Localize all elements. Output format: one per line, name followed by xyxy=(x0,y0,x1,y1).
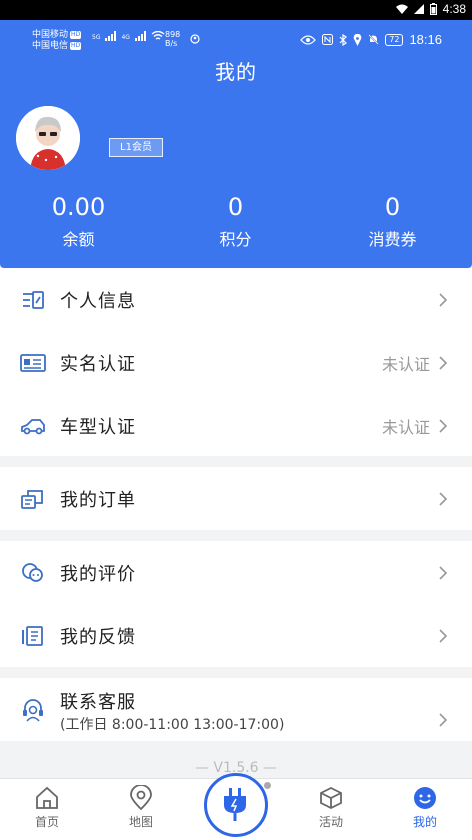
menu-car-model[interactable]: 车型认证 未认证 xyxy=(0,394,472,457)
app-status-bar: 中国移动 HD 中国电信 HD 5G 4G 898 B/s 72 18:16 xyxy=(0,28,472,58)
verification-status: 未认证 xyxy=(381,354,430,374)
battery-level: 72 xyxy=(385,33,404,46)
home-icon xyxy=(36,786,58,809)
status-icons: 72 18:16 xyxy=(300,32,442,47)
chevron-right-icon xyxy=(439,355,448,370)
menu-reviews[interactable]: 我的评价 xyxy=(0,541,472,604)
avatar-image xyxy=(16,106,80,170)
verification-status: 未认证 xyxy=(381,417,430,437)
wifi-icon xyxy=(151,31,165,40)
chevron-right-icon xyxy=(439,565,448,580)
signal-icon xyxy=(134,31,146,41)
headset-icon xyxy=(23,698,43,722)
menu-feedback[interactable]: 我的反馈 xyxy=(0,604,472,667)
chevron-right-icon xyxy=(439,491,448,506)
chevron-right-icon xyxy=(439,628,448,643)
location-icon xyxy=(353,33,362,46)
tab-activity[interactable]: 活动 xyxy=(284,779,378,840)
orders-icon xyxy=(21,489,43,509)
carrier-info: 中国移动 HD 中国电信 HD xyxy=(32,30,82,51)
tab-charge[interactable] xyxy=(204,773,271,837)
system-status-bar: 4:38 xyxy=(0,0,472,20)
map-pin-icon xyxy=(130,785,152,811)
signal-bars: 5G 4G xyxy=(92,31,165,41)
service-section: 联系客服 (工作日 8:00-11:00 13:00-17:00) xyxy=(0,678,472,741)
chevron-right-icon xyxy=(439,292,448,307)
app-clock: 18:16 xyxy=(409,32,442,47)
account-stats: 0.00 余额 0 积分 0 消费券 xyxy=(0,190,472,250)
system-time: 4:38 xyxy=(442,2,466,16)
feedback-section: 我的评价 我的反馈 xyxy=(0,541,472,667)
tab-mine[interactable]: 我的 xyxy=(378,779,472,840)
review-chat-icon xyxy=(22,562,43,582)
menu-customer-service[interactable]: 联系客服 (工作日 8:00-11:00 13:00-17:00) xyxy=(0,678,472,741)
feedback-form-icon xyxy=(22,625,43,646)
id-card-icon xyxy=(20,353,46,372)
stat-coupons[interactable]: 0 消费券 xyxy=(314,190,471,250)
profile-header: 中国移动 HD 中国电信 HD 5G 4G 898 B/s 72 18:16 我的 xyxy=(0,20,472,268)
network-speed: 898 B/s xyxy=(165,30,181,48)
face-icon xyxy=(190,34,200,44)
menu-real-name[interactable]: 实名认证 未认证 xyxy=(0,331,472,394)
service-hours: (工作日 8:00-11:00 13:00-17:00) xyxy=(60,717,285,733)
menu-personal-info[interactable]: 个人信息 xyxy=(0,268,472,331)
tab-map[interactable]: 地图 xyxy=(94,779,188,840)
wifi-icon xyxy=(395,4,408,14)
smiley-icon xyxy=(414,787,436,809)
id-card-edit-icon xyxy=(23,290,44,309)
nfc-icon xyxy=(322,34,334,45)
member-level-badge: L1会员 xyxy=(109,138,163,157)
battery-icon xyxy=(429,3,437,15)
chevron-right-icon xyxy=(439,418,448,433)
stat-points[interactable]: 0 积分 xyxy=(157,190,314,250)
menu-orders[interactable]: 我的订单 xyxy=(0,467,472,530)
page-title: 我的 xyxy=(215,60,257,84)
signal-icon xyxy=(105,31,117,41)
tab-home[interactable]: 首页 xyxy=(0,779,94,840)
mute-bell-icon xyxy=(368,34,379,45)
stat-balance[interactable]: 0.00 余额 xyxy=(0,190,157,250)
account-section: 个人信息 实名认证 未认证 车型认证 未认证 xyxy=(0,268,472,456)
plug-icon xyxy=(224,788,246,821)
eye-icon xyxy=(300,34,317,45)
bottom-tab-bar: 首页 地图 活动 我的 xyxy=(0,773,472,840)
avatar[interactable] xyxy=(16,106,80,170)
car-icon xyxy=(21,418,45,434)
box-icon xyxy=(320,786,342,810)
bluetooth-icon xyxy=(339,33,348,46)
signal-icon xyxy=(413,4,424,14)
orders-section: 我的订单 xyxy=(0,467,472,530)
notification-dot xyxy=(264,782,271,789)
chevron-right-icon xyxy=(439,713,448,727)
